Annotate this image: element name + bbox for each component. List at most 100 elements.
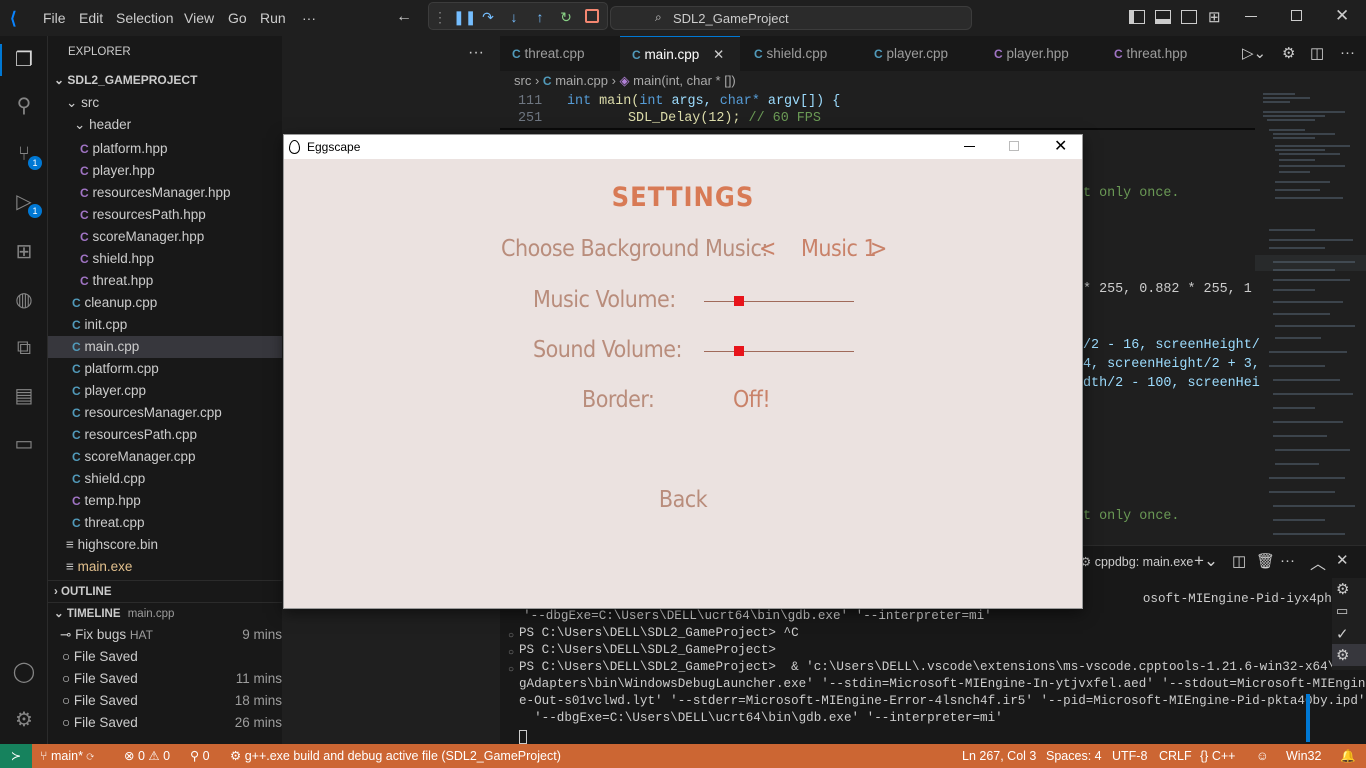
menu-edit[interactable]: Edit xyxy=(79,10,103,26)
pause-icon[interactable]: ❚❚ xyxy=(453,8,476,26)
trash-icon[interactable]: 🗑 xyxy=(1256,552,1275,570)
copilot-icon[interactable]: ☺ xyxy=(1256,744,1269,768)
account-icon[interactable]: ◯ xyxy=(10,658,38,686)
menu-run[interactable]: Run xyxy=(260,10,286,26)
problems-status[interactable]: ⊗ 0 ⚠ 0 xyxy=(124,744,170,768)
cursor-position[interactable]: Ln 267, Col 3 xyxy=(962,744,1036,768)
minimap[interactable] xyxy=(1255,90,1366,540)
minimize-icon[interactable] xyxy=(1245,16,1257,17)
split-editor-icon[interactable]: ◫ xyxy=(1310,44,1324,62)
ports-status[interactable]: ⚲ 0 xyxy=(190,744,210,768)
restore-icon[interactable] xyxy=(1291,10,1302,21)
toggle-secondary-sidebar-icon[interactable] xyxy=(1181,10,1197,24)
platform[interactable]: Win32 xyxy=(1286,744,1321,768)
new-terminal-icon[interactable]: +⌄ xyxy=(1194,551,1218,571)
timeline-item[interactable]: ○ File Saved 26 mins xyxy=(48,712,282,734)
explorer-icon[interactable]: ❐ xyxy=(10,46,38,74)
file-main-cpp[interactable]: C main.cpp xyxy=(48,336,282,358)
close-icon[interactable]: ✕ xyxy=(1054,135,1067,159)
file-main-exe[interactable]: ≡ main.exe xyxy=(48,556,282,578)
close-panel-icon[interactable]: ✕ xyxy=(1336,551,1349,569)
file-threat-cpp[interactable]: C threat.cpp xyxy=(48,512,282,534)
music-volume-knob[interactable] xyxy=(733,296,744,306)
remote-icon[interactable]: ≻ xyxy=(0,744,32,768)
step-into-icon[interactable]: ↓ xyxy=(505,8,523,26)
file-resourcesmanager-hpp[interactable]: C resourcesManager.hpp xyxy=(48,182,282,204)
step-over-icon[interactable]: ↷ xyxy=(479,8,497,26)
file-platform-cpp[interactable]: C platform.cpp xyxy=(48,358,282,380)
debug-terminal-icon[interactable]: ⚙ xyxy=(1336,580,1349,598)
indentation[interactable]: Spaces: 4 xyxy=(1046,744,1102,768)
back-arrow-icon[interactable]: ← xyxy=(396,8,412,26)
customize-layout-icon[interactable]: ⊞ xyxy=(1208,8,1221,26)
more-actions-icon[interactable]: ··· xyxy=(1280,552,1295,569)
file-shield-hpp[interactable]: C shield.hpp xyxy=(48,248,282,270)
sound-volume-knob[interactable] xyxy=(733,346,744,356)
maximize-panel-icon[interactable]: ︿ xyxy=(1310,550,1326,574)
language-mode[interactable]: {} C++ xyxy=(1200,744,1235,768)
menu-go[interactable]: Go xyxy=(228,10,247,26)
source-control-icon[interactable]: ⑂ 1 xyxy=(10,140,42,170)
sound-volume-slider[interactable] xyxy=(704,339,854,363)
minimize-icon[interactable] xyxy=(964,146,975,147)
timeline-item[interactable]: ○ File Saved 11 mins xyxy=(48,668,282,690)
menu-file[interactable]: File xyxy=(43,10,66,26)
file-scoremanager-cpp[interactable]: C scoreManager.cpp xyxy=(48,446,282,468)
tab-player-cpp[interactable]: C player.cpp xyxy=(862,36,982,71)
file-temp-hpp[interactable]: C temp.hpp xyxy=(48,490,282,512)
terminal-scrollbar[interactable] xyxy=(1306,694,1310,742)
menu-view[interactable]: View xyxy=(184,10,214,26)
back-button[interactable]: Back xyxy=(284,487,1082,513)
file-resourcespath-hpp[interactable]: C resourcesPath.hpp xyxy=(48,204,282,226)
run-debug-dropdown-icon[interactable]: ▷⌄ xyxy=(1242,44,1266,62)
music-prev-arrow[interactable]: < xyxy=(759,236,776,262)
file-resourcesmanager-cpp[interactable]: C resourcesManager.cpp xyxy=(48,402,282,424)
split-terminal-icon[interactable]: ◫ xyxy=(1232,552,1246,570)
toggle-sidebar-icon[interactable] xyxy=(1129,10,1145,24)
more-actions-icon[interactable]: ··· xyxy=(1340,44,1355,61)
tab-threat-cpp[interactable]: C threat.cpp xyxy=(500,36,618,71)
folder-header[interactable]: ⌄ header xyxy=(48,114,282,136)
drag-handle-icon[interactable]: ⋮ xyxy=(431,8,449,26)
close-tab-icon[interactable]: ✕ xyxy=(713,47,724,62)
file-platform-hpp[interactable]: C platform.hpp xyxy=(48,138,282,160)
search-icon[interactable]: ⚲ xyxy=(10,92,38,120)
file-shield-cpp[interactable]: C shield.cpp xyxy=(48,468,282,490)
file-player-hpp[interactable]: C player.hpp xyxy=(48,160,282,182)
timeline-item[interactable]: ○ File Saved 18 mins xyxy=(48,690,282,712)
tab-shield-cpp[interactable]: C shield.cpp xyxy=(740,36,862,71)
file-threat-hpp[interactable]: C threat.hpp xyxy=(48,270,282,292)
terminal-tab[interactable]: ⚙ cppdbg: main.exe xyxy=(1080,554,1193,569)
encoding[interactable]: UTF-8 xyxy=(1112,744,1147,768)
gear-icon[interactable]: ⚙ xyxy=(1282,44,1295,62)
stop-icon[interactable] xyxy=(585,9,599,23)
file-resourcespath-cpp[interactable]: C resourcesPath.cpp xyxy=(48,424,282,446)
timeline-item[interactable]: ○ File Saved xyxy=(48,646,282,668)
command-center-search[interactable]: ⌕ SDL2_GameProject xyxy=(610,6,972,30)
toggle-panel-icon[interactable] xyxy=(1155,10,1171,24)
folder-src[interactable]: ⌄ src xyxy=(48,92,282,114)
manage-gear-icon[interactable]: ⚙ xyxy=(10,706,38,734)
tab-player-hpp[interactable]: C player.hpp xyxy=(982,36,1102,71)
run-debug-icon[interactable]: ▷ 1 xyxy=(10,188,42,218)
tab-main-cpp[interactable]: C main.cpp ✕ xyxy=(620,36,740,71)
close-icon[interactable]: ✕ xyxy=(1335,6,1349,26)
extensions-icon[interactable]: ⊞ xyxy=(10,238,38,266)
notifications-icon[interactable]: 🔔 xyxy=(1340,744,1356,768)
outline-section[interactable]: › OUTLINE xyxy=(48,581,282,603)
menu-more[interactable]: ··· xyxy=(302,10,316,26)
menu-selection[interactable]: Selection xyxy=(116,10,174,26)
check-icon[interactable]: ✓ xyxy=(1336,625,1349,643)
maximize-icon[interactable] xyxy=(1009,141,1019,151)
file-init-cpp[interactable]: C init.cpp xyxy=(48,314,282,336)
timeline-section[interactable]: ⌄ TIMELINE main.cpp xyxy=(48,603,282,625)
music-volume-slider[interactable] xyxy=(704,289,854,313)
terminal-icon[interactable]: ▭ xyxy=(1336,603,1348,619)
branch-status[interactable]: ⑂ main* ⟳ xyxy=(40,744,94,768)
remote-explorer-icon[interactable]: ⧉ xyxy=(10,334,38,362)
end-of-line[interactable]: CRLF xyxy=(1159,744,1192,768)
project-folder[interactable]: ⌄ SDL2_GAMEPROJECT xyxy=(48,69,282,91)
step-out-icon[interactable]: ↑ xyxy=(531,8,549,26)
book-icon[interactable]: ▤ xyxy=(10,382,38,410)
debug-terminal-icon[interactable]: ⚙ xyxy=(1336,646,1349,664)
